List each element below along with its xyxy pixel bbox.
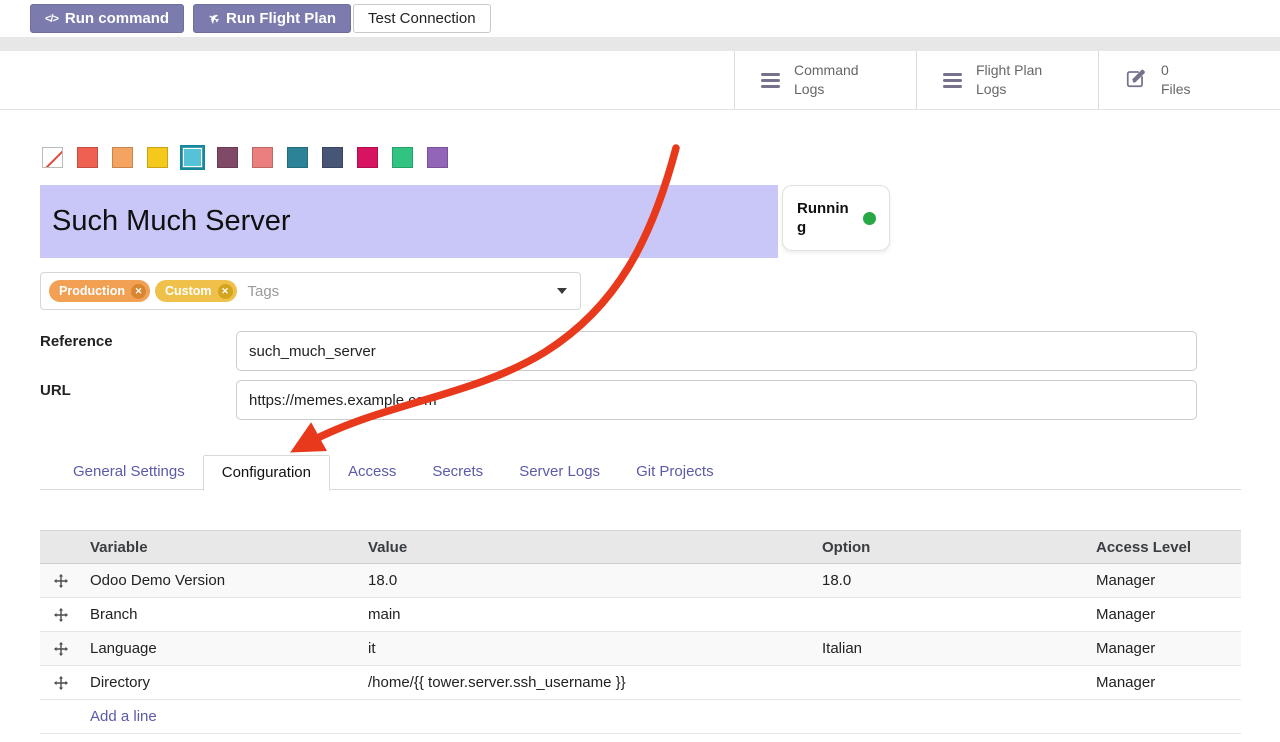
table-row: Odoo Demo Version 18.0 18.0 Manager <box>40 564 1241 598</box>
tab-access[interactable]: Access <box>330 455 414 490</box>
cell-value[interactable]: it <box>368 632 822 666</box>
files-button[interactable]: 0Files <box>1098 51 1280 109</box>
cell-variable[interactable]: Language <box>90 632 368 666</box>
handle-column-header <box>40 531 90 564</box>
tab-general-settings[interactable]: General Settings <box>55 455 203 490</box>
table-row: Directory /home/{{ tower.server.ssh_user… <box>40 666 1241 700</box>
cell-access-level[interactable]: Manager <box>1096 666 1241 700</box>
reference-label: Reference <box>40 333 113 350</box>
add-a-line-link[interactable]: Add a line <box>90 708 157 725</box>
cell-variable[interactable]: Directory <box>90 666 368 700</box>
column-header-option: Option <box>822 531 1096 564</box>
url-input[interactable] <box>236 380 1197 420</box>
cell-option[interactable] <box>822 666 1096 700</box>
cell-value[interactable]: main <box>368 598 822 632</box>
color-swatch[interactable] <box>252 147 273 168</box>
configuration-table: Variable Value Option Access Level Odoo … <box>40 530 1241 734</box>
server-name-text: Such Much Server <box>52 205 291 238</box>
test-connection-button[interactable]: Test Connection <box>353 4 491 33</box>
color-swatch[interactable] <box>147 147 168 168</box>
tags-placeholder: Tags <box>248 283 280 300</box>
status-label: Running <box>797 199 851 238</box>
plane-icon: ✈ <box>205 9 222 28</box>
flight-plan-logs-button[interactable]: Flight PlanLogs <box>916 51 1098 109</box>
test-connection-label: Test Connection <box>368 10 476 27</box>
cell-option[interactable] <box>822 598 1096 632</box>
tab-secrets[interactable]: Secrets <box>414 455 501 490</box>
table-row: Branch main Manager <box>40 598 1241 632</box>
cell-option[interactable]: 18.0 <box>822 564 1096 598</box>
color-swatch[interactable] <box>427 147 448 168</box>
color-swatch[interactable] <box>392 147 413 168</box>
action-toolbar: </> Run command ✈ Run Flight Plan Test C… <box>0 0 1280 37</box>
column-header-value: Value <box>368 531 822 564</box>
color-swatch[interactable] <box>287 147 308 168</box>
stat-buttons: CommandLogs Flight PlanLogs 0Files <box>734 51 1280 109</box>
color-swatch[interactable] <box>322 147 343 168</box>
color-swatch[interactable] <box>217 147 238 168</box>
run-flight-plan-label: Run Flight Plan <box>226 10 336 27</box>
menu-icon <box>943 73 962 88</box>
command-logs-button[interactable]: CommandLogs <box>734 51 916 109</box>
reference-input[interactable] <box>236 331 1197 371</box>
color-swatch-none[interactable] <box>42 147 63 168</box>
add-line-row: Add a line <box>40 700 1241 734</box>
run-command-label: Run command <box>65 10 169 27</box>
separator-band <box>0 37 1280 51</box>
add-line-cell[interactable]: Add a line <box>40 700 1241 734</box>
flight-plan-logs-label: Flight PlanLogs <box>976 61 1042 99</box>
cell-option[interactable]: Italian <box>822 632 1096 666</box>
drag-handle-icon[interactable] <box>40 564 90 598</box>
code-icon: </> <box>45 13 58 25</box>
color-swatch[interactable] <box>357 147 378 168</box>
status-dot-icon <box>863 212 876 225</box>
notebook-tabs: General Settings Configuration Access Se… <box>40 455 1241 490</box>
cell-access-level[interactable]: Manager <box>1096 632 1241 666</box>
column-header-access-level: Access Level <box>1096 531 1241 564</box>
color-palette <box>42 147 448 168</box>
tag-label: Custom <box>165 284 212 298</box>
remove-tag-icon[interactable]: ✕ <box>218 284 233 299</box>
server-name-field[interactable]: Such Much Server <box>40 185 778 258</box>
cell-value[interactable]: /home/{{ tower.server.ssh_username }} <box>368 666 822 700</box>
table-row: Language it Italian Manager <box>40 632 1241 666</box>
tag-label: Production <box>59 284 125 298</box>
tab-git-projects[interactable]: Git Projects <box>618 455 732 490</box>
command-logs-label: CommandLogs <box>794 61 859 99</box>
cell-variable[interactable]: Odoo Demo Version <box>90 564 368 598</box>
url-label: URL <box>40 382 71 399</box>
cell-access-level[interactable]: Manager <box>1096 564 1241 598</box>
menu-icon <box>761 73 780 88</box>
cell-access-level[interactable]: Manager <box>1096 598 1241 632</box>
tags-field[interactable]: Production ✕ Custom ✕ Tags <box>40 272 581 310</box>
color-swatch[interactable] <box>77 147 98 168</box>
tag-custom[interactable]: Custom ✕ <box>155 280 237 302</box>
files-label: 0Files <box>1161 61 1191 99</box>
remove-tag-icon[interactable]: ✕ <box>131 284 146 299</box>
table-header-row: Variable Value Option Access Level <box>40 531 1241 564</box>
run-flight-plan-button[interactable]: ✈ Run Flight Plan <box>193 4 351 33</box>
color-swatch-selected[interactable] <box>182 147 203 168</box>
color-swatch[interactable] <box>112 147 133 168</box>
status-card[interactable]: Running <box>782 185 890 251</box>
drag-handle-icon[interactable] <box>40 598 90 632</box>
chevron-down-icon[interactable] <box>557 288 567 294</box>
drag-handle-icon[interactable] <box>40 632 90 666</box>
tab-configuration[interactable]: Configuration <box>203 455 330 491</box>
cell-value[interactable]: 18.0 <box>368 564 822 598</box>
column-header-variable: Variable <box>90 531 368 564</box>
record-header: CommandLogs Flight PlanLogs 0Files <box>0 51 1280 110</box>
drag-handle-icon[interactable] <box>40 666 90 700</box>
run-command-button[interactable]: </> Run command <box>30 4 184 33</box>
edit-icon <box>1125 67 1147 94</box>
cell-variable[interactable]: Branch <box>90 598 368 632</box>
tag-production[interactable]: Production ✕ <box>49 280 150 302</box>
tab-server-logs[interactable]: Server Logs <box>501 455 618 490</box>
